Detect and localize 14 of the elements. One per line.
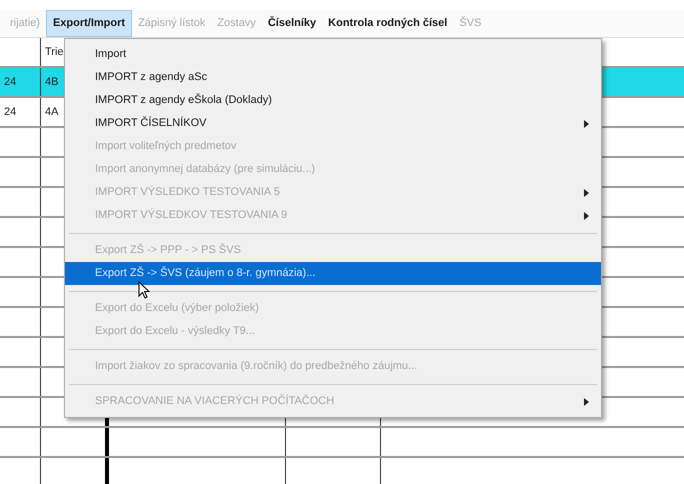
mouse-pointer-icon xyxy=(138,281,150,299)
menu-item[interactable]: IMPORT z agendy eŠkola (Doklady) xyxy=(65,89,601,112)
menu-item[interactable]: Import xyxy=(65,43,601,66)
menu-item[interactable]: Export ZŠ -> ŠVS (záujem o 8-r. gymnázia)... xyxy=(65,262,601,285)
table-cell-text: 24 xyxy=(4,104,16,120)
table-cell-text: 4A xyxy=(45,104,58,120)
column-header: Trie xyxy=(45,44,64,60)
menu-item[interactable]: IMPORT z agendy aSc xyxy=(65,66,601,89)
menu-item[interactable]: IMPORT ČÍSELNÍKOV xyxy=(65,112,601,135)
table-cell-text: 4B xyxy=(45,74,58,90)
menu-bar-item[interactable]: Číselníky xyxy=(262,10,322,37)
menu-bar-item[interactable]: Export/Import xyxy=(46,10,132,37)
table-cell-text: 24 xyxy=(4,74,16,90)
menu-bar-item[interactable]: Kontrola rodných čísel xyxy=(322,10,454,37)
